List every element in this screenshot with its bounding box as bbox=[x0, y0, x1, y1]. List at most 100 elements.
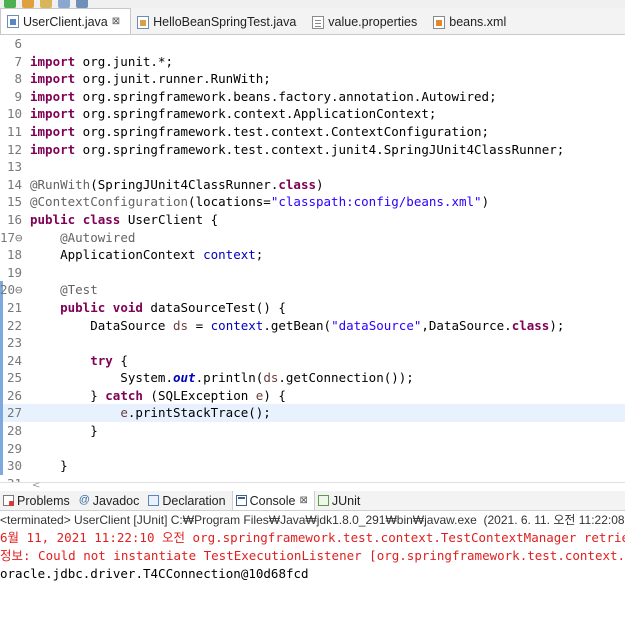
code-line: 19 bbox=[0, 264, 625, 282]
keyword: import bbox=[30, 53, 76, 69]
toolbar-search-icon[interactable] bbox=[58, 0, 70, 8]
code-text: (locations= bbox=[188, 194, 271, 210]
keyword: public bbox=[60, 299, 106, 315]
tab-label: HelloBeanSpringTest.java bbox=[153, 15, 297, 29]
line-number: 13 bbox=[6, 159, 22, 175]
console-log-line: 정보: Could not instantiate TestExecutionL… bbox=[0, 548, 625, 563]
tab-label: value.properties bbox=[328, 15, 418, 29]
string-literal: "classpath:config/beans.xml" bbox=[270, 194, 482, 210]
line-number: 11 bbox=[6, 123, 22, 139]
console-output-line: oracle.jdbc.driver.T4CConnection@10d68fc… bbox=[0, 566, 309, 581]
code-line: 7 import org.junit.*; bbox=[0, 53, 625, 71]
code-text: (SQLException bbox=[142, 387, 256, 403]
code-text: UserClient { bbox=[120, 211, 219, 227]
code-text: DataSource bbox=[30, 317, 173, 333]
line-number: 10 bbox=[6, 106, 22, 122]
console-output[interactable]: <terminated> UserClient [JUnit] C:₩Progr… bbox=[0, 511, 625, 630]
tab-label: UserClient.java bbox=[23, 14, 108, 29]
tab-label: Declaration bbox=[162, 493, 226, 508]
code-line: 14 @RunWith(SpringJUnit4ClassRunner.class… bbox=[0, 176, 625, 194]
javadoc-icon: @ bbox=[78, 494, 90, 506]
toolbar-debug-icon[interactable] bbox=[76, 0, 88, 8]
close-tab-icon[interactable]: ⊠ bbox=[299, 495, 307, 506]
code-text: .printStackTrace(); bbox=[127, 405, 271, 421]
code-text: ) bbox=[316, 176, 324, 192]
line-number: 7 bbox=[14, 53, 22, 69]
toolbar-run-icon[interactable] bbox=[4, 0, 16, 8]
code-line: 25 System.out.println(ds.getConnection()… bbox=[0, 369, 625, 387]
keyword: public bbox=[30, 211, 76, 227]
local-variable: e bbox=[120, 405, 128, 421]
line-number: 14 bbox=[6, 176, 22, 192]
code-text: org.springframework.test.context.Context… bbox=[75, 123, 490, 139]
code-editor[interactable]: 6 7 import org.junit.*; 8 import org.junit… bbox=[0, 35, 625, 482]
console-icon bbox=[235, 495, 247, 506]
tab-beans-xml[interactable]: beans.xml bbox=[427, 10, 516, 34]
toolbar-new-icon[interactable] bbox=[22, 0, 34, 8]
keyword: void bbox=[112, 299, 143, 315]
line-number: 24 bbox=[6, 352, 22, 368]
tab-junit[interactable]: JUnit bbox=[315, 491, 366, 510]
line-number: 12 bbox=[6, 141, 22, 157]
string-literal: "dataSource" bbox=[331, 317, 422, 333]
code-line: 9 import org.springframework.beans.factor… bbox=[0, 88, 625, 106]
code-line: 15 @ContextConfiguration(locations="class… bbox=[0, 193, 625, 211]
keyword: import bbox=[30, 141, 76, 157]
code-text: .println( bbox=[195, 370, 264, 386]
code-text: = bbox=[188, 317, 211, 333]
code-text: org.junit.*; bbox=[75, 53, 173, 69]
code-text: } bbox=[30, 458, 68, 474]
line-number: 19 bbox=[6, 264, 22, 280]
annotation: @RunWith bbox=[30, 176, 91, 192]
keyword: class bbox=[278, 176, 317, 192]
tab-declaration[interactable]: Declaration bbox=[145, 491, 231, 510]
code-text: org.springframework.context.ApplicationC… bbox=[75, 106, 437, 122]
code-text: } bbox=[30, 423, 98, 439]
tab-userclient-java[interactable]: UserClient.java ⊠ bbox=[0, 8, 132, 34]
tab-value-properties[interactable]: value.properties bbox=[306, 10, 427, 34]
code-text: ) bbox=[481, 194, 490, 210]
code-line: 21 public void dataSourceTest() { bbox=[0, 298, 625, 317]
code-line: 11 import org.springframework.test.contex… bbox=[0, 123, 625, 141]
tab-problems[interactable]: Problems bbox=[0, 491, 76, 510]
code-line: 31 bbox=[0, 475, 625, 482]
toolbar-open-icon[interactable] bbox=[40, 0, 52, 8]
tab-label: Problems bbox=[17, 493, 70, 508]
code-text: ); bbox=[549, 317, 565, 333]
close-tab-icon[interactable]: ⊠ bbox=[112, 16, 120, 27]
annotation: @Autowired bbox=[60, 229, 136, 245]
line-number: 28 bbox=[6, 423, 22, 439]
declaration-icon bbox=[148, 495, 160, 506]
line-number: 25 bbox=[6, 370, 22, 386]
code-text: org.junit.runner.RunWith; bbox=[75, 71, 271, 87]
java-file-icon bbox=[7, 15, 19, 28]
scroll-left-icon[interactable]: < bbox=[32, 480, 40, 491]
code-text: org.springframework.test.context.junit4.… bbox=[75, 141, 565, 157]
code-line: 18 ApplicationContext context; bbox=[0, 246, 625, 264]
code-line: 26 } catch (SQLException e) { bbox=[0, 386, 625, 405]
tab-javadoc[interactable]: @ Javadoc bbox=[76, 491, 146, 510]
code-line: 12 import org.springframework.test.contex… bbox=[0, 141, 625, 159]
tab-label: JUnit bbox=[331, 493, 361, 508]
keyword: import bbox=[30, 88, 76, 104]
line-number: 16 bbox=[6, 211, 22, 227]
tab-console[interactable]: Console ⊠ bbox=[231, 491, 315, 510]
line-number: 22 bbox=[6, 317, 22, 333]
code-text: (SpringJUnit4ClassRunner. bbox=[90, 176, 279, 192]
line-number[interactable]: 17⊖ bbox=[0, 229, 23, 247]
code-text: System. bbox=[30, 370, 173, 386]
line-number[interactable]: 20⊖ bbox=[0, 281, 23, 299]
tab-label: beans.xml bbox=[449, 15, 507, 29]
code-line: 8 import org.junit.runner.RunWith; bbox=[0, 70, 625, 88]
line-number: 26 bbox=[6, 387, 22, 403]
code-line: 13 bbox=[0, 158, 625, 176]
code-line: 16 public class UserClient { bbox=[0, 211, 625, 229]
tab-hellobeanspringtest-java[interactable]: HelloBeanSpringTest.java bbox=[131, 10, 306, 34]
keyword: import bbox=[30, 106, 76, 122]
tab-label: Console bbox=[249, 493, 296, 508]
code-line: 29 bbox=[0, 439, 625, 458]
